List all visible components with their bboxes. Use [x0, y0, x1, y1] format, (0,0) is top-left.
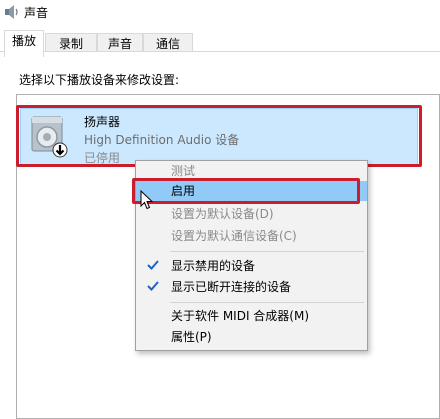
checkmark-icon: [147, 281, 159, 291]
instruction-label: 选择以下播放设备来修改设置:: [19, 73, 180, 87]
annotation-box-enable: [132, 178, 360, 204]
menu-item-show-disconnected-label: 显示已断开连接的设备: [171, 280, 292, 294]
menu-item-set-default-label: 设置为默认设备(D): [171, 207, 274, 221]
menu-item-properties[interactable]: 属性(P): [136, 327, 367, 347]
mouse-cursor-icon: [140, 190, 154, 210]
menu-item-set-default-comm[interactable]: 设置为默认通信设备(C): [136, 226, 367, 246]
window-title: 声音: [24, 6, 49, 20]
device-description: High Definition Audio 设备: [84, 133, 240, 147]
menu-item-show-disabled[interactable]: 显示禁用的设备: [136, 256, 367, 276]
speaker-app-icon: [5, 5, 18, 19]
menu-item-about-midi[interactable]: 关于软件 MIDI 合成器(M): [136, 306, 367, 326]
speaker-icon: [31, 116, 68, 158]
tab-playback[interactable]: 播放: [4, 30, 44, 57]
menu-separator: [170, 302, 364, 303]
menu-item-set-default-comm-label: 设置为默认通信设备(C): [171, 229, 297, 243]
menu-item-about-midi-label: 关于软件 MIDI 合成器(M): [171, 309, 310, 323]
tab-strip: 播放 录制 声音 通信: [0, 27, 440, 57]
menu-item-set-default[interactable]: 设置为默认设备(D): [136, 204, 367, 224]
device-status: 已停用: [84, 151, 121, 165]
menu-item-show-disabled-label: 显示禁用的设备: [171, 259, 256, 273]
menu-item-show-disconnected[interactable]: 显示已断开连接的设备: [136, 277, 367, 297]
device-name: 扬声器: [84, 115, 121, 129]
title-bar: 声音: [0, 0, 440, 27]
menu-item-properties-label: 属性(P): [171, 330, 212, 344]
menu-separator: [170, 251, 364, 252]
checkmark-icon: [147, 260, 159, 270]
